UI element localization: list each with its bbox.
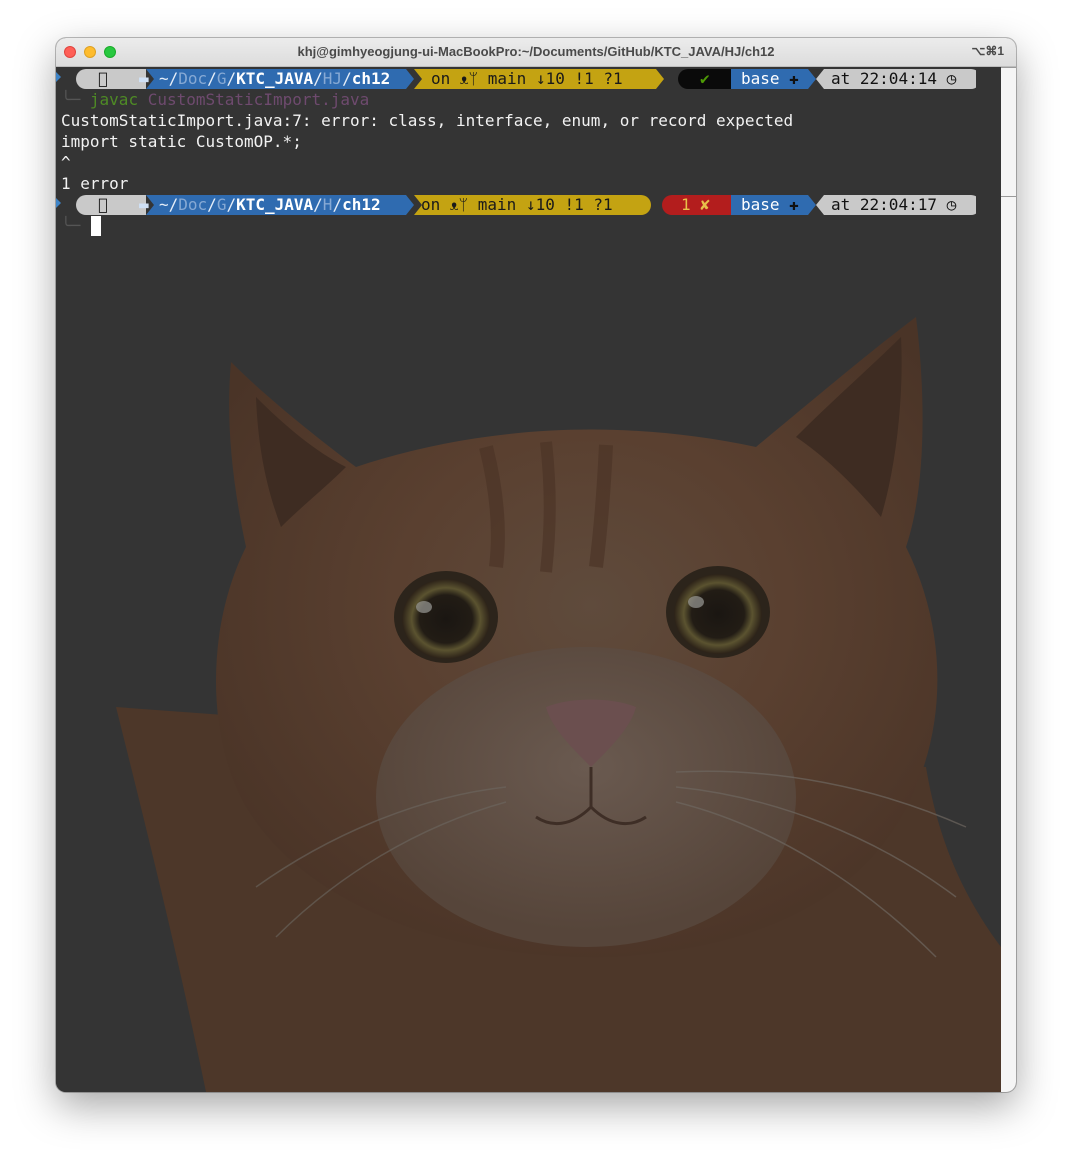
input-line: ╰─ [61, 216, 81, 235]
prompt-1-status: ✔ [700, 69, 710, 88]
output-line-3: ^ [61, 153, 71, 172]
prompt-1-git: on ᴥᛘ main ↓10 !1 ?1 [431, 69, 623, 88]
scroll-gutter[interactable] [1001, 67, 1016, 1092]
output-line-4: 1 error [61, 174, 129, 193]
window-title: khj@gimhyeogjung-ui-MacBookPro:~/Documen… [297, 44, 775, 59]
prompt-2-status: 1 ✘ [681, 195, 710, 214]
command-arg: CustomStaticImport.java [147, 90, 370, 109]
gutter-mark [1001, 196, 1016, 197]
github-icon: ᴥ [459, 69, 469, 88]
github-icon: ᴥ [449, 195, 459, 214]
prompt-2-git: on ᴥᛘ main ↓10 !1 ?1 [421, 195, 613, 214]
prompt-1-path: ~/Doc/G/KTC_JAVA/HJ/ch12 [159, 69, 391, 88]
prompt-marker-icon [56, 72, 61, 82]
branch-icon: ᛘ [468, 69, 479, 88]
apple-icon:  [98, 195, 108, 214]
clock-icon: ◷ [946, 195, 957, 214]
clock-icon: ◷ [946, 69, 957, 88]
terminal-window: khj@gimhyeogjung-ui-MacBookPro:~/Documen… [56, 38, 1016, 1092]
prompt-2-env: base ✚ [741, 195, 799, 214]
title-bar: khj@gimhyeogjung-ui-MacBookPro:~/Documen… [56, 38, 1016, 67]
folder-icon: ▬ [139, 69, 149, 88]
folder-icon: ▬ [139, 195, 149, 214]
prompt-1-time: at 22:04:14 ◷ [831, 69, 957, 88]
prompt-1-env: base ✚ [741, 69, 799, 88]
prompt-2-time: at 22:04:17 ◷ [831, 195, 957, 214]
window-shortcut: ⌥⌘1 [971, 44, 1004, 58]
output-line-1: CustomStaticImport.java:7: error: class,… [61, 111, 794, 130]
prompt-2-path: ~/Doc/G/KTC_JAVA/H/ch12 [159, 195, 381, 214]
apple-icon:  [98, 69, 108, 88]
output-line-2: import static CustomOP.*; [61, 132, 302, 151]
branch-icon: ᛘ [458, 195, 469, 214]
cat-background-image [116, 317, 1001, 1092]
command-line: ╰─ javac CustomStaticImport.java [61, 90, 370, 109]
python-icon: ✚ [789, 195, 799, 214]
python-icon: ✚ [789, 69, 799, 88]
prompt-marker-icon [56, 198, 61, 208]
command-name: javac [89, 90, 139, 109]
text-cursor[interactable] [91, 216, 101, 236]
terminal-content[interactable]:  ▬ ~/Doc/G/KTC_JAVA/HJ/ch12 on ᴥᛘ main … [56, 67, 1001, 1092]
gutter-mark [1001, 67, 1016, 68]
